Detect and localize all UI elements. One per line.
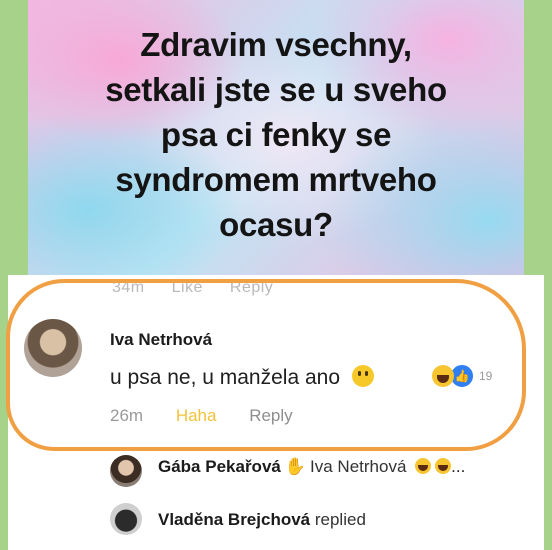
avatar[interactable]: [110, 455, 142, 487]
reply-author[interactable]: Gába Pekařová: [158, 457, 281, 476]
haha-emoji-icon: [415, 458, 432, 474]
reply-status: replied: [314, 510, 366, 529]
reply-ellipsis: ...: [451, 457, 466, 476]
reply-mention[interactable]: Iva Netrhová: [310, 457, 406, 476]
reply-item[interactable]: Gába Pekařová ✋ Iva Netrhová ...: [158, 457, 465, 477]
waving-hand-icon: ✋: [284, 457, 307, 476]
reply-item[interactable]: Vladěna Brejchová replied: [158, 510, 366, 530]
post-image: Zdravim vsechny, setkali jste se u sveho…: [28, 0, 524, 275]
highlight-ring: [6, 279, 526, 451]
haha-emoji-icon: [435, 458, 452, 474]
avatar[interactable]: [110, 503, 142, 535]
post-text: Zdravim vsechny, setkali jste se u sveho…: [105, 26, 447, 243]
reply-author[interactable]: Vladěna Brejchová: [158, 510, 310, 529]
